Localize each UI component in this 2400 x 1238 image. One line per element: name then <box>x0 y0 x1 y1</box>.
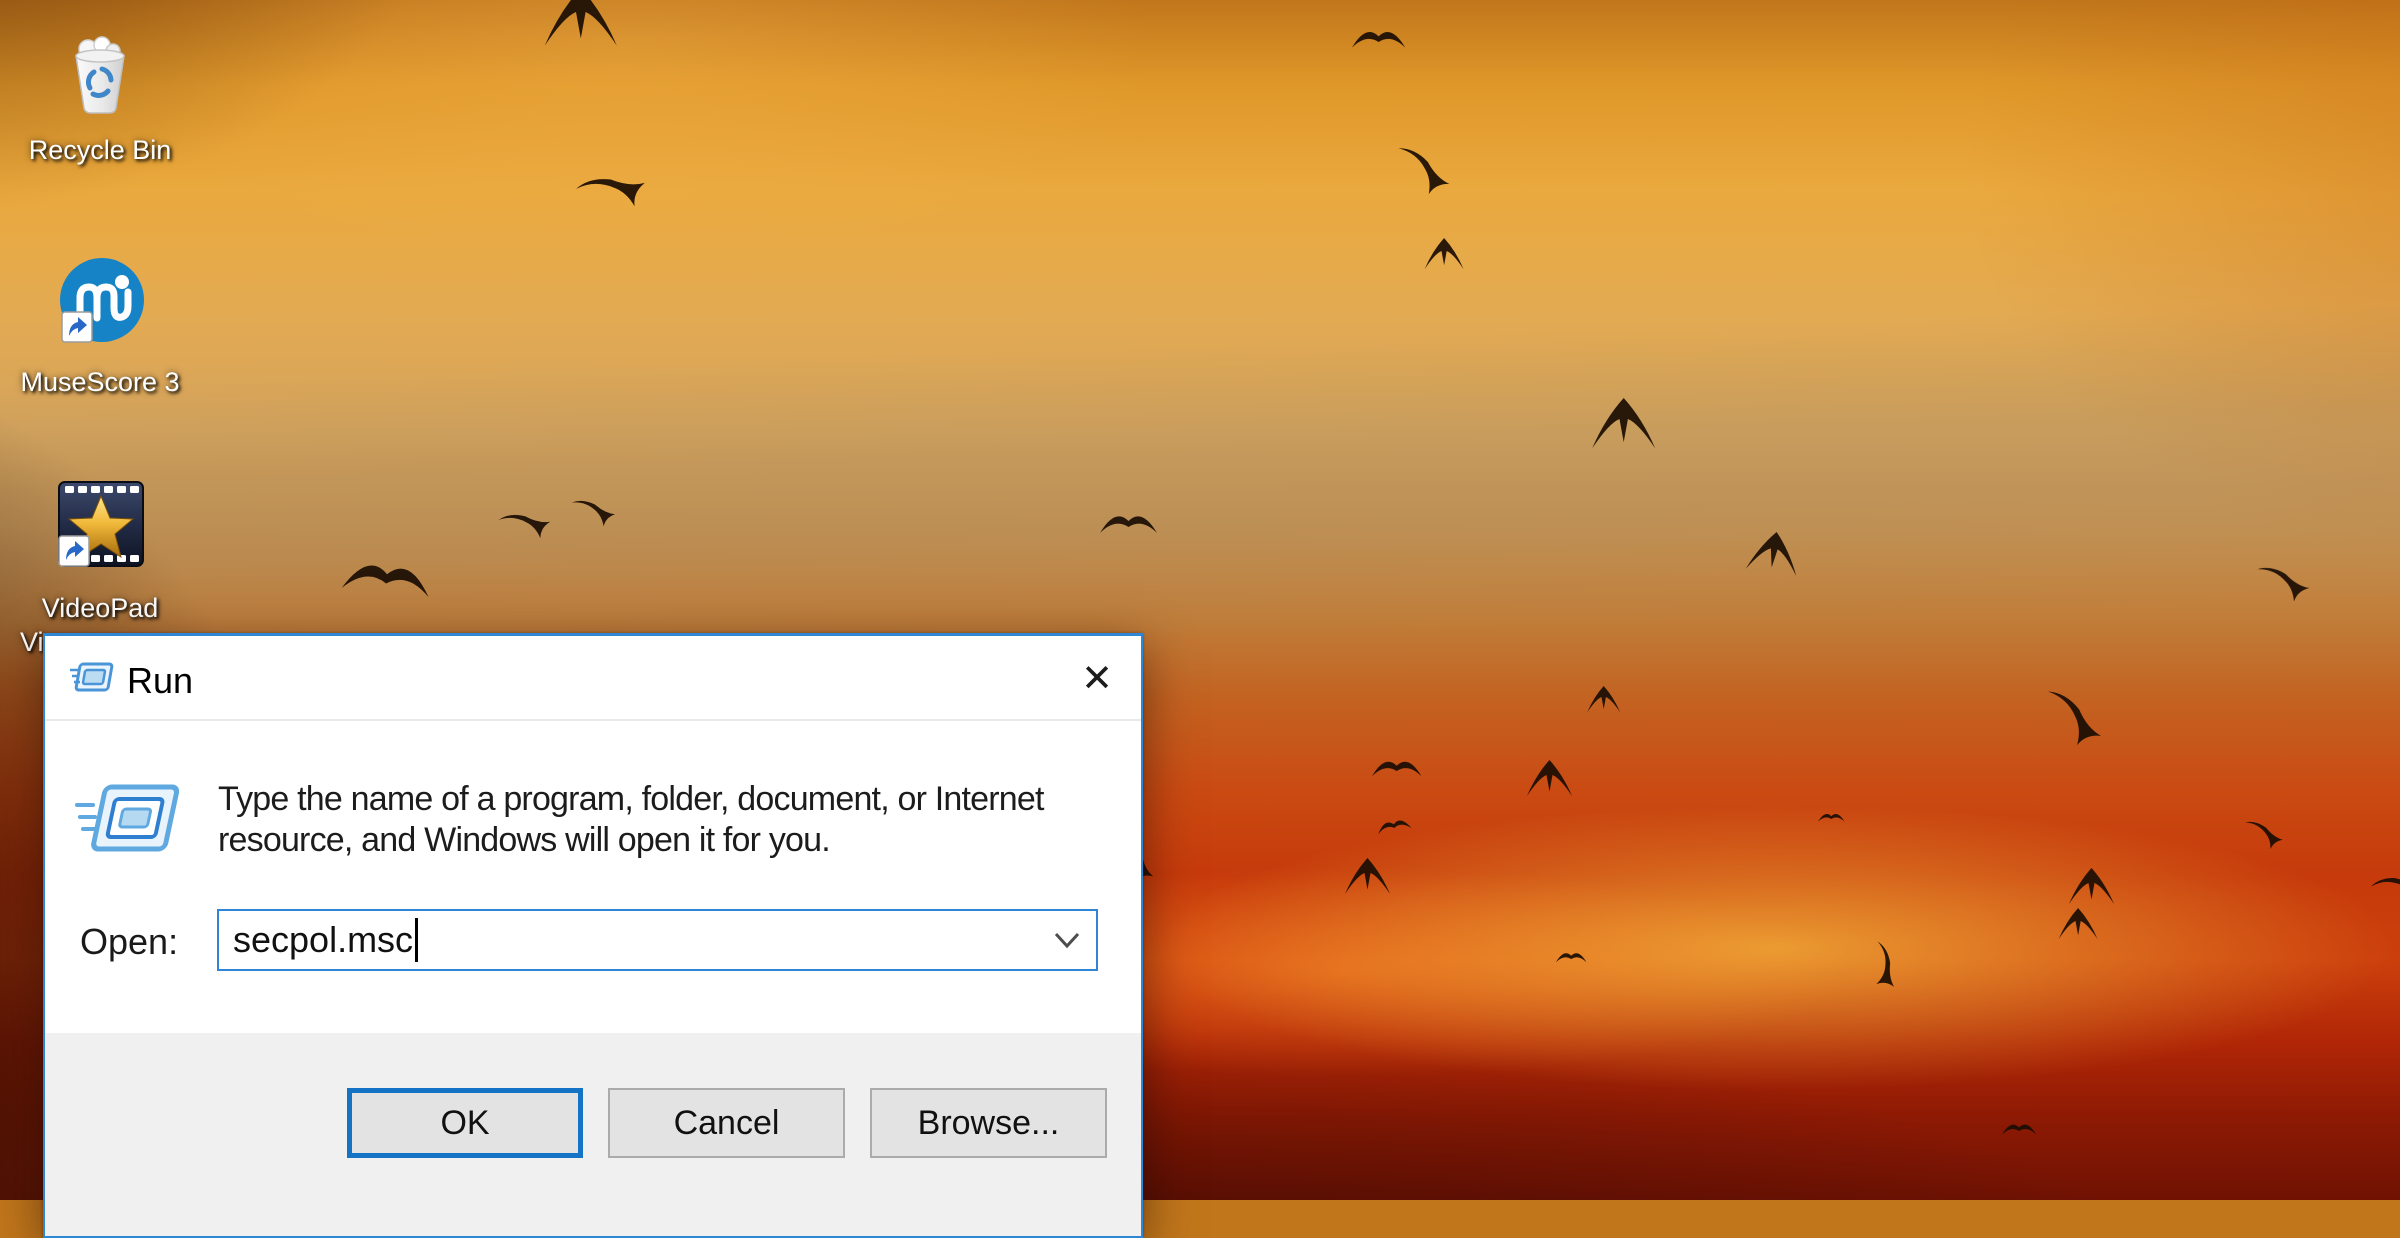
icon-label: VideoPad <box>20 592 180 624</box>
musescore-icon <box>54 256 146 348</box>
chevron-down-icon[interactable] <box>1052 928 1082 952</box>
recycle-bin-icon <box>62 36 138 116</box>
description-line-1: Type the name of a program, folder, docu… <box>218 779 1044 820</box>
shortcut-arrow-icon <box>59 536 89 566</box>
run-large-icon <box>75 781 179 863</box>
ok-button[interactable]: OK <box>347 1088 583 1158</box>
desktop-icon-videopad[interactable]: VideoPad Vi <box>20 478 180 658</box>
open-input-value: secpol.msc <box>233 919 413 961</box>
run-small-icon <box>69 660 115 696</box>
open-label: Open: <box>80 921 178 963</box>
videopad-icon <box>53 478 147 574</box>
text-caret <box>415 918 418 962</box>
run-dialog-titlebar[interactable]: Run ✕ <box>45 636 1141 719</box>
shortcut-arrow-icon <box>62 312 92 342</box>
dialog-title: Run <box>127 660 193 702</box>
close-icon: ✕ <box>1081 656 1113 701</box>
description-line-2: resource, and Windows will open it for y… <box>218 820 1044 861</box>
desktop-icon-recycle-bin[interactable]: Recycle Bin <box>20 36 180 166</box>
desktop: { "wallpaper": { "description": "orange-… <box>0 0 2400 1200</box>
icon-label: MuseScore 3 <box>20 366 180 398</box>
close-button[interactable]: ✕ <box>1069 650 1125 706</box>
run-dialog-body: Type the name of a program, folder, docu… <box>45 721 1141 1033</box>
desktop-icon-musescore[interactable]: MuseScore 3 <box>20 256 180 398</box>
icon-label: Recycle Bin <box>20 134 180 166</box>
browse-button[interactable]: Browse... <box>870 1088 1107 1158</box>
run-dialog: Run ✕ Type the name of a program, folder… <box>43 633 1143 1238</box>
dialog-description: Type the name of a program, folder, docu… <box>218 779 1044 861</box>
run-dialog-footer: OK Cancel Browse... <box>45 1033 1141 1236</box>
open-input[interactable]: secpol.msc <box>217 909 1098 971</box>
cancel-button[interactable]: Cancel <box>608 1088 845 1158</box>
